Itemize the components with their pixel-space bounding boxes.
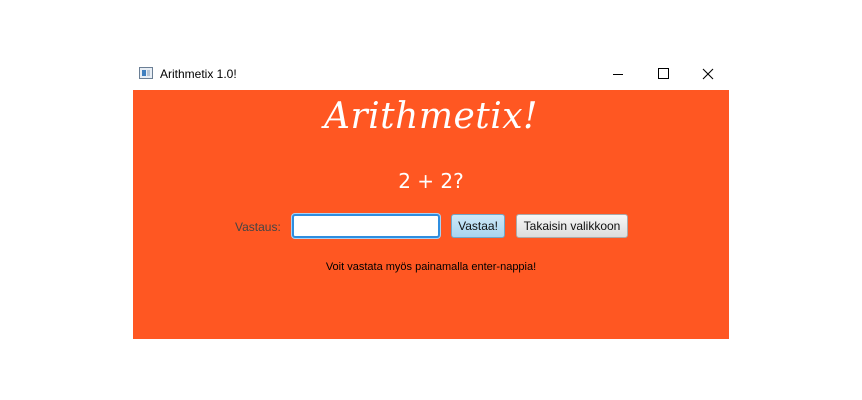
close-button[interactable] bbox=[685, 59, 731, 90]
title-bar[interactable]: Arithmetix 1.0! bbox=[133, 59, 729, 90]
maximize-icon bbox=[658, 68, 669, 79]
minimize-button[interactable] bbox=[595, 59, 641, 90]
app-icon bbox=[139, 67, 153, 79]
question-text: 2 + 2? bbox=[398, 169, 464, 193]
hint-text: Voit vastata myös painamalla enter-nappi… bbox=[325, 261, 537, 273]
close-icon bbox=[702, 68, 714, 80]
main-panel: Arithmetix! 2 + 2? Vastaus: Vastaa! Taka… bbox=[133, 90, 729, 339]
minimize-icon bbox=[613, 74, 623, 75]
submit-answer-button[interactable]: Vastaa! bbox=[451, 214, 505, 238]
app-logo: Arithmetix! bbox=[323, 96, 539, 137]
window-title: Arithmetix 1.0! bbox=[160, 67, 237, 81]
maximize-button[interactable] bbox=[641, 59, 687, 90]
back-to-menu-button[interactable]: Takaisin valikkoon bbox=[516, 214, 628, 238]
app-window: Arithmetix 1.0! Arithmetix! 2 + 2? Vasta… bbox=[133, 59, 729, 339]
answer-input[interactable] bbox=[292, 214, 440, 238]
answer-label: Vastaus: bbox=[235, 220, 281, 234]
